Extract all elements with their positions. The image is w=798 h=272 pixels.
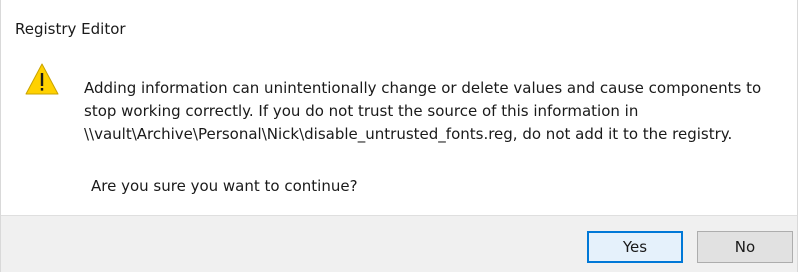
message-line: Adding information can unintentionally c… [84, 79, 762, 97]
yes-button[interactable]: Yes [587, 231, 683, 263]
message-line: \\vault\Archive\Personal\Nick\disable_un… [84, 125, 733, 143]
confirm-question: Are you sure you want to continue? [91, 177, 358, 195]
button-bar: Yes No [1, 215, 797, 272]
dialog-title: Registry Editor [15, 20, 126, 38]
message-text: Adding information can unintentionally c… [84, 77, 784, 146]
registry-editor-dialog: Registry Editor Adding information can u… [0, 0, 798, 272]
no-button[interactable]: No [697, 231, 793, 263]
warning-icon [25, 63, 59, 95]
message-line: stop working correctly. If you do not tr… [84, 102, 639, 120]
